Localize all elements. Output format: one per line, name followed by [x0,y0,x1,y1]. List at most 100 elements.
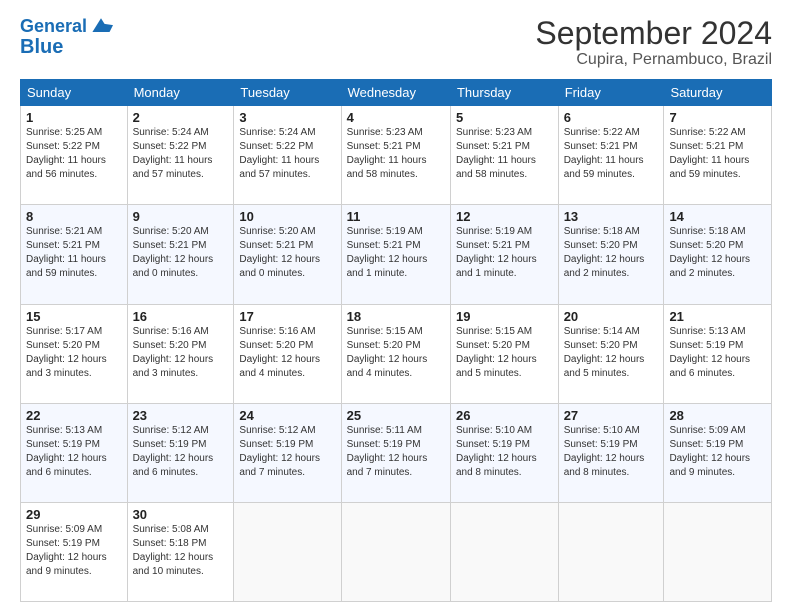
dow-header-friday: Friday [558,80,664,106]
day-number: 15 [26,309,122,324]
day-info: Sunrise: 5:16 AM Sunset: 5:20 PM Dayligh… [239,325,335,381]
day-info: Sunrise: 5:18 AM Sunset: 5:20 PM Dayligh… [564,225,659,281]
logo-icon [89,16,113,36]
day-number: 30 [133,507,229,522]
day-cell: 17Sunrise: 5:16 AM Sunset: 5:20 PM Dayli… [234,304,341,403]
day-number: 24 [239,408,335,423]
day-cell: 1Sunrise: 5:25 AM Sunset: 5:22 PM Daylig… [21,106,128,205]
day-info: Sunrise: 5:08 AM Sunset: 5:18 PM Dayligh… [133,523,229,579]
day-number: 4 [347,110,445,125]
day-cell: 27Sunrise: 5:10 AM Sunset: 5:19 PM Dayli… [558,403,664,502]
day-number: 7 [669,110,766,125]
day-info: Sunrise: 5:19 AM Sunset: 5:21 PM Dayligh… [456,225,553,281]
dow-header-thursday: Thursday [450,80,558,106]
logo: General Blue [20,16,113,58]
day-cell: 23Sunrise: 5:12 AM Sunset: 5:19 PM Dayli… [127,403,234,502]
day-info: Sunrise: 5:09 AM Sunset: 5:19 PM Dayligh… [26,523,122,579]
day-number: 27 [564,408,659,423]
day-cell: 15Sunrise: 5:17 AM Sunset: 5:20 PM Dayli… [21,304,128,403]
day-cell: 16Sunrise: 5:16 AM Sunset: 5:20 PM Dayli… [127,304,234,403]
day-info: Sunrise: 5:17 AM Sunset: 5:20 PM Dayligh… [26,325,122,381]
day-info: Sunrise: 5:21 AM Sunset: 5:21 PM Dayligh… [26,225,122,281]
day-cell [341,502,450,601]
day-cell: 4Sunrise: 5:23 AM Sunset: 5:21 PM Daylig… [341,106,450,205]
week-row-5: 29Sunrise: 5:09 AM Sunset: 5:19 PM Dayli… [21,502,772,601]
day-cell: 18Sunrise: 5:15 AM Sunset: 5:20 PM Dayli… [341,304,450,403]
day-cell: 10Sunrise: 5:20 AM Sunset: 5:21 PM Dayli… [234,205,341,304]
day-cell: 30Sunrise: 5:08 AM Sunset: 5:18 PM Dayli… [127,502,234,601]
calendar-page: General Blue September 2024 Cupira, Pern… [0,0,792,612]
day-info: Sunrise: 5:10 AM Sunset: 5:19 PM Dayligh… [456,424,553,480]
day-cell [558,502,664,601]
day-cell: 22Sunrise: 5:13 AM Sunset: 5:19 PM Dayli… [21,403,128,502]
day-cell: 26Sunrise: 5:10 AM Sunset: 5:19 PM Dayli… [450,403,558,502]
dow-header-sunday: Sunday [21,80,128,106]
day-number: 18 [347,309,445,324]
day-info: Sunrise: 5:19 AM Sunset: 5:21 PM Dayligh… [347,225,445,281]
day-cell: 14Sunrise: 5:18 AM Sunset: 5:20 PM Dayli… [664,205,772,304]
dow-header-tuesday: Tuesday [234,80,341,106]
day-cell: 3Sunrise: 5:24 AM Sunset: 5:22 PM Daylig… [234,106,341,205]
day-cell: 6Sunrise: 5:22 AM Sunset: 5:21 PM Daylig… [558,106,664,205]
logo-text-general: General [20,17,87,37]
day-number: 22 [26,408,122,423]
day-number: 11 [347,209,445,224]
day-cell: 12Sunrise: 5:19 AM Sunset: 5:21 PM Dayli… [450,205,558,304]
day-cell: 5Sunrise: 5:23 AM Sunset: 5:21 PM Daylig… [450,106,558,205]
calendar-body: 1Sunrise: 5:25 AM Sunset: 5:22 PM Daylig… [21,106,772,602]
day-cell: 29Sunrise: 5:09 AM Sunset: 5:19 PM Dayli… [21,502,128,601]
day-info: Sunrise: 5:18 AM Sunset: 5:20 PM Dayligh… [669,225,766,281]
day-number: 14 [669,209,766,224]
day-number: 29 [26,507,122,522]
day-number: 28 [669,408,766,423]
day-cell: 25Sunrise: 5:11 AM Sunset: 5:19 PM Dayli… [341,403,450,502]
day-info: Sunrise: 5:20 AM Sunset: 5:21 PM Dayligh… [133,225,229,281]
day-number: 16 [133,309,229,324]
day-number: 26 [456,408,553,423]
day-cell: 13Sunrise: 5:18 AM Sunset: 5:20 PM Dayli… [558,205,664,304]
day-info: Sunrise: 5:22 AM Sunset: 5:21 PM Dayligh… [564,126,659,182]
subtitle: Cupira, Pernambuco, Brazil [535,51,772,69]
day-cell: 7Sunrise: 5:22 AM Sunset: 5:21 PM Daylig… [664,106,772,205]
day-number: 1 [26,110,122,125]
day-info: Sunrise: 5:20 AM Sunset: 5:21 PM Dayligh… [239,225,335,281]
day-info: Sunrise: 5:14 AM Sunset: 5:20 PM Dayligh… [564,325,659,381]
day-info: Sunrise: 5:15 AM Sunset: 5:20 PM Dayligh… [456,325,553,381]
day-cell: 2Sunrise: 5:24 AM Sunset: 5:22 PM Daylig… [127,106,234,205]
day-number: 6 [564,110,659,125]
day-info: Sunrise: 5:23 AM Sunset: 5:21 PM Dayligh… [456,126,553,182]
day-number: 25 [347,408,445,423]
day-cell [664,502,772,601]
day-info: Sunrise: 5:15 AM Sunset: 5:20 PM Dayligh… [347,325,445,381]
day-cell: 9Sunrise: 5:20 AM Sunset: 5:21 PM Daylig… [127,205,234,304]
day-cell: 24Sunrise: 5:12 AM Sunset: 5:19 PM Dayli… [234,403,341,502]
title-area: September 2024 Cupira, Pernambuco, Brazi… [535,16,772,69]
day-number: 20 [564,309,659,324]
dow-header-monday: Monday [127,80,234,106]
day-number: 12 [456,209,553,224]
day-cell: 8Sunrise: 5:21 AM Sunset: 5:21 PM Daylig… [21,205,128,304]
day-info: Sunrise: 5:13 AM Sunset: 5:19 PM Dayligh… [669,325,766,381]
main-title: September 2024 [535,16,772,51]
day-info: Sunrise: 5:13 AM Sunset: 5:19 PM Dayligh… [26,424,122,480]
day-info: Sunrise: 5:16 AM Sunset: 5:20 PM Dayligh… [133,325,229,381]
day-info: Sunrise: 5:12 AM Sunset: 5:19 PM Dayligh… [133,424,229,480]
day-number: 23 [133,408,229,423]
day-of-week-row: SundayMondayTuesdayWednesdayThursdayFrid… [21,80,772,106]
week-row-4: 22Sunrise: 5:13 AM Sunset: 5:19 PM Dayli… [21,403,772,502]
day-number: 13 [564,209,659,224]
day-number: 10 [239,209,335,224]
day-cell: 11Sunrise: 5:19 AM Sunset: 5:21 PM Dayli… [341,205,450,304]
day-info: Sunrise: 5:12 AM Sunset: 5:19 PM Dayligh… [239,424,335,480]
day-number: 19 [456,309,553,324]
day-number: 17 [239,309,335,324]
day-number: 8 [26,209,122,224]
day-info: Sunrise: 5:23 AM Sunset: 5:21 PM Dayligh… [347,126,445,182]
day-number: 3 [239,110,335,125]
dow-header-wednesday: Wednesday [341,80,450,106]
day-cell [450,502,558,601]
logo-text-blue: Blue [20,36,63,58]
day-number: 21 [669,309,766,324]
day-number: 9 [133,209,229,224]
day-cell: 21Sunrise: 5:13 AM Sunset: 5:19 PM Dayli… [664,304,772,403]
